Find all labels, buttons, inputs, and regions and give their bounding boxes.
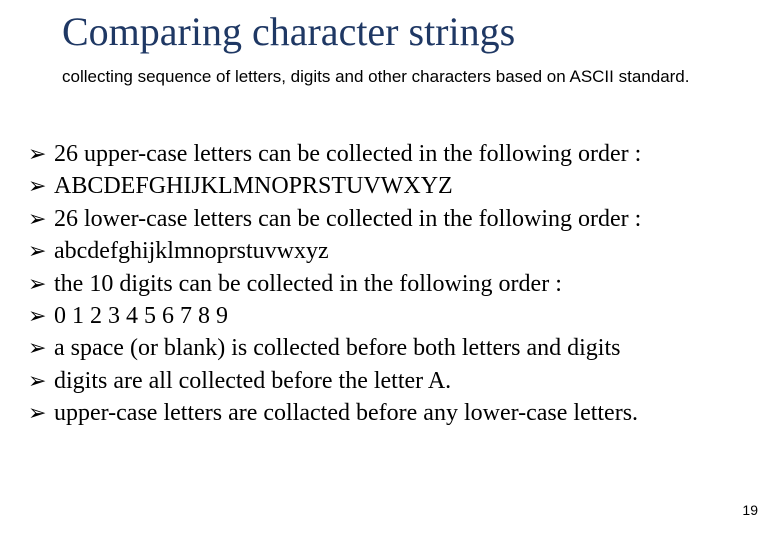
list-item: ➢ abcdefghijklmnoprstuvwxyz xyxy=(28,235,762,267)
bullet-icon: ➢ xyxy=(28,203,54,235)
list-item-text: digits are all collected before the lett… xyxy=(54,365,762,397)
list-item-text: 26 lower-case letters can be collected i… xyxy=(54,203,762,235)
page-number: 19 xyxy=(742,502,758,518)
bullet-icon: ➢ xyxy=(28,268,54,300)
slide-title: Comparing character strings xyxy=(62,8,515,55)
list-item-text: upper-case letters are collacted before … xyxy=(54,397,762,429)
list-item-text: the 10 digits can be collected in the fo… xyxy=(54,268,762,300)
bullet-icon: ➢ xyxy=(28,365,54,397)
bullet-icon: ➢ xyxy=(28,332,54,364)
list-item: ➢ ABCDEFGHIJKLMNOPRSTUVWXYZ xyxy=(28,170,762,202)
list-item: ➢ 26 upper-case letters can be collected… xyxy=(28,138,762,170)
list-item-text: a space (or blank) is collected before b… xyxy=(54,332,762,364)
bullet-icon: ➢ xyxy=(28,300,54,332)
list-item: ➢ digits are all collected before the le… xyxy=(28,365,762,397)
list-item: ➢ 0 1 2 3 4 5 6 7 8 9 xyxy=(28,300,762,332)
list-item: ➢ 26 lower-case letters can be collected… xyxy=(28,203,762,235)
bullet-icon: ➢ xyxy=(28,397,54,429)
list-item: ➢ upper-case letters are collacted befor… xyxy=(28,397,762,429)
slide: Comparing character strings collecting s… xyxy=(0,0,780,540)
slide-subdescription: collecting sequence of letters, digits a… xyxy=(62,66,720,87)
bullet-list: ➢ 26 upper-case letters can be collected… xyxy=(28,138,762,430)
list-item-text: 26 upper-case letters can be collected i… xyxy=(54,138,762,170)
list-item: ➢ a space (or blank) is collected before… xyxy=(28,332,762,364)
list-item-text: abcdefghijklmnoprstuvwxyz xyxy=(54,235,762,267)
list-item-text: ABCDEFGHIJKLMNOPRSTUVWXYZ xyxy=(54,170,762,202)
list-item: ➢ the 10 digits can be collected in the … xyxy=(28,268,762,300)
bullet-icon: ➢ xyxy=(28,138,54,170)
bullet-icon: ➢ xyxy=(28,170,54,202)
bullet-icon: ➢ xyxy=(28,235,54,267)
list-item-text: 0 1 2 3 4 5 6 7 8 9 xyxy=(54,300,762,332)
